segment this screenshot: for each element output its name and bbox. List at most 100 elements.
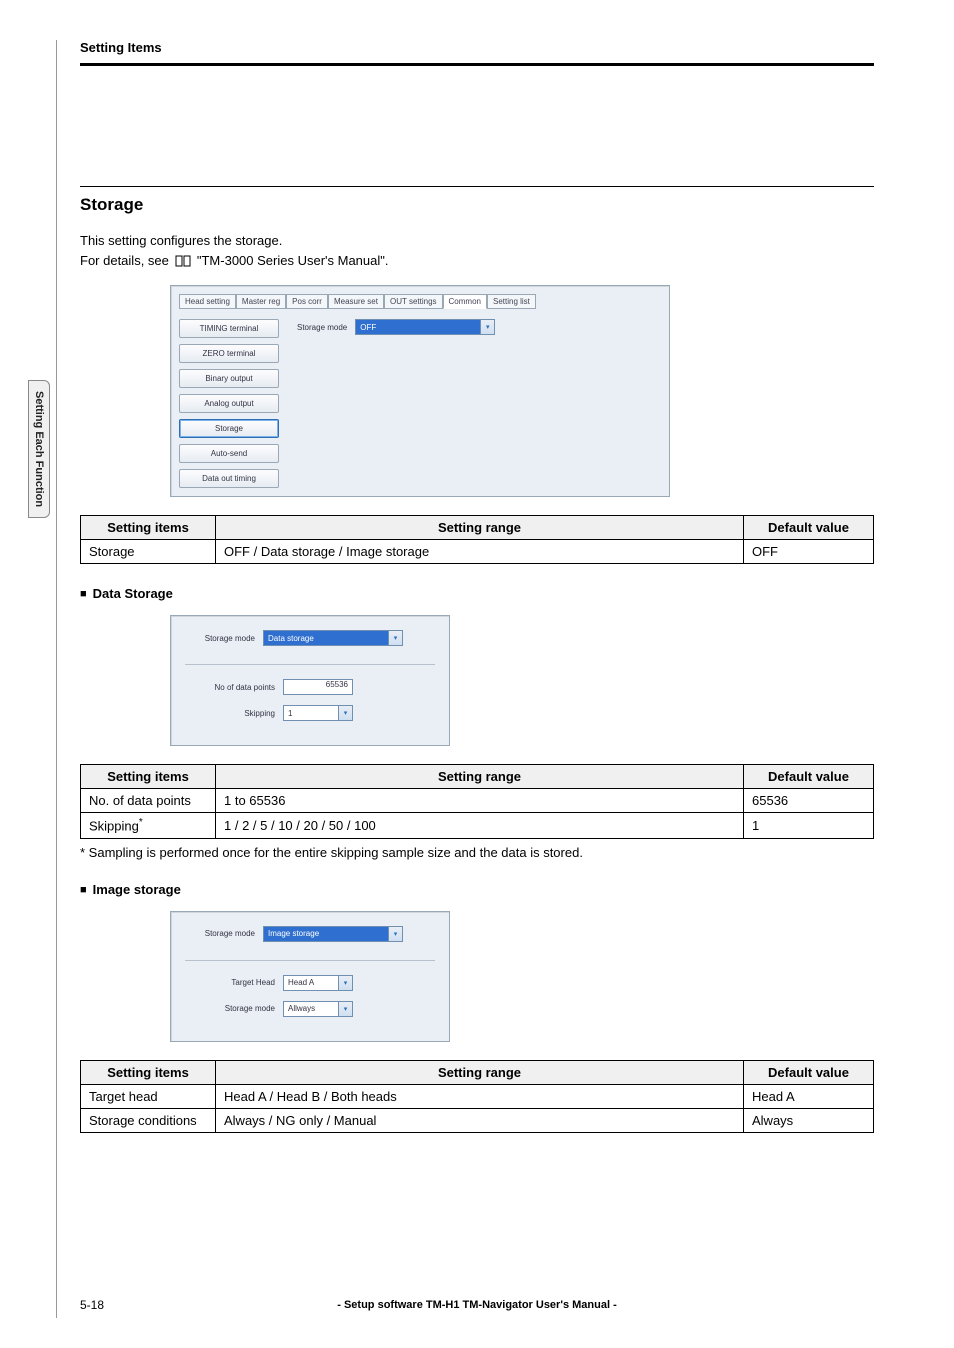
tab-head-setting[interactable]: Head setting xyxy=(179,294,236,309)
cell-range: Always / NG only / Manual xyxy=(216,1108,744,1132)
cell-item: No. of data points xyxy=(81,789,216,813)
table-row: No. of data points 1 to 65536 65536 xyxy=(81,789,874,813)
section-heading: Storage xyxy=(80,195,874,215)
chevron-down-icon: ▾ xyxy=(388,631,402,645)
btn-data-out-timing[interactable]: Data out timing xyxy=(179,469,279,488)
is-divider xyxy=(185,960,435,961)
col-default-value: Default value xyxy=(744,516,874,540)
image-storage-heading-text: Image storage xyxy=(93,882,181,897)
tab-out-settings[interactable]: OUT settings xyxy=(384,294,443,309)
btn-storage[interactable]: Storage xyxy=(179,419,279,438)
cell-range: 1 to 65536 xyxy=(216,789,744,813)
col-setting-items: Setting items xyxy=(81,516,216,540)
tab-setting-list[interactable]: Setting list xyxy=(487,294,536,309)
table-row: Storage OFF / Data storage / Image stora… xyxy=(81,540,874,564)
tab-master-reg[interactable]: Master reg xyxy=(236,294,286,309)
storage-mode-value: OFF xyxy=(360,323,376,332)
table-row: Target head Head A / Head B / Both heads… xyxy=(81,1084,874,1108)
cell-default: Head A xyxy=(744,1084,874,1108)
storage-panel-screenshot: Head setting Master reg Pos corr Measure… xyxy=(170,285,670,497)
cell-item: Skipping* xyxy=(81,813,216,838)
col-setting-range: Setting range xyxy=(216,1060,744,1084)
is-cond-label: Storage mode xyxy=(185,1004,275,1013)
col-setting-items: Setting items xyxy=(81,765,216,789)
tab-pos-corr[interactable]: Pos corr xyxy=(286,294,328,309)
cell-item: Storage conditions xyxy=(81,1108,216,1132)
section-rule xyxy=(80,186,874,187)
btn-analog-output[interactable]: Analog output xyxy=(179,394,279,413)
chevron-down-icon: ▾ xyxy=(388,927,402,941)
chevron-down-icon: ▾ xyxy=(480,320,494,334)
footer-manual-title: - Setup software TM-H1 TM-Navigator User… xyxy=(337,1299,617,1311)
intro-line-2: For details, see "TM-3000 Series User's … xyxy=(80,251,389,271)
image-storage-panel: Storage mode Image storage ▾ Target Head… xyxy=(170,911,450,1042)
is-target-select[interactable]: Head A ▾ xyxy=(283,975,353,991)
col-default-value: Default value xyxy=(744,1060,874,1084)
footnote-star: * xyxy=(139,817,143,828)
header-rule xyxy=(80,63,874,66)
intro-prefix: For details, see xyxy=(80,251,169,271)
cell-item-text: Skipping xyxy=(89,819,139,834)
btn-binary-output[interactable]: Binary output xyxy=(179,369,279,388)
panel-tabs: Head setting Master reg Pos corr Measure… xyxy=(179,294,661,309)
page-header-title: Setting Items xyxy=(80,40,874,55)
cell-default: Always xyxy=(744,1108,874,1132)
is-target-value: Head A xyxy=(288,978,314,987)
cell-range: OFF / Data storage / Image storage xyxy=(216,540,744,564)
cell-default: 65536 xyxy=(744,789,874,813)
btn-auto-send[interactable]: Auto-send xyxy=(179,444,279,463)
table-header-row: Setting items Setting range Default valu… xyxy=(81,1060,874,1084)
cell-item: Storage xyxy=(81,540,216,564)
tab-common[interactable]: Common xyxy=(443,294,487,309)
page-footer: 5-18 - Setup software TM-H1 TM-Navigator… xyxy=(80,1298,874,1312)
cell-default: OFF xyxy=(744,540,874,564)
cell-range: 1 / 2 / 5 / 10 / 20 / 50 / 100 xyxy=(216,813,744,838)
btn-zero-terminal[interactable]: ZERO terminal xyxy=(179,344,279,363)
ds-mode-select[interactable]: Data storage ▾ xyxy=(263,630,403,646)
data-storage-panel: Storage mode Data storage ▾ No of data p… xyxy=(170,615,450,746)
storage-mode-select[interactable]: OFF ▾ xyxy=(355,319,495,335)
table-row: Storage conditions Always / NG only / Ma… xyxy=(81,1108,874,1132)
storage-mode-label: Storage mode xyxy=(297,323,347,332)
page-number: 5-18 xyxy=(80,1298,104,1312)
table-header-row: Setting items Setting range Default valu… xyxy=(81,765,874,789)
data-storage-table: Setting items Setting range Default valu… xyxy=(80,764,874,838)
data-storage-heading-text: Data Storage xyxy=(93,586,173,601)
table-header-row: Setting items Setting range Default valu… xyxy=(81,516,874,540)
panel-side-buttons: TIMING terminal ZERO terminal Binary out… xyxy=(179,319,279,488)
is-cond-value: Allways xyxy=(288,1004,315,1013)
data-storage-footnote: * Sampling is performed once for the ent… xyxy=(80,845,874,860)
col-setting-range: Setting range xyxy=(216,765,744,789)
chevron-down-icon: ▾ xyxy=(338,706,352,720)
data-storage-heading: ■Data Storage xyxy=(80,586,874,601)
is-mode-label: Storage mode xyxy=(185,929,255,938)
ds-mode-value: Data storage xyxy=(268,634,314,643)
ds-skipping-select[interactable]: 1 ▾ xyxy=(283,705,353,721)
col-default-value: Default value xyxy=(744,765,874,789)
image-storage-heading: ■Image storage xyxy=(80,882,874,897)
storage-table: Setting items Setting range Default valu… xyxy=(80,515,874,564)
is-target-label: Target Head xyxy=(185,978,275,987)
btn-timing-terminal[interactable]: TIMING terminal xyxy=(179,319,279,338)
is-mode-select[interactable]: Image storage ▾ xyxy=(263,926,403,942)
chevron-down-icon: ▾ xyxy=(338,976,352,990)
ds-mode-label: Storage mode xyxy=(185,634,255,643)
table-row: Skipping* 1 / 2 / 5 / 10 / 20 / 50 / 100… xyxy=(81,813,874,838)
ds-skipping-label: Skipping xyxy=(185,709,275,718)
cell-range: Head A / Head B / Both heads xyxy=(216,1084,744,1108)
col-setting-range: Setting range xyxy=(216,516,744,540)
cell-item: Target head xyxy=(81,1084,216,1108)
ds-skipping-value: 1 xyxy=(288,709,292,718)
chevron-down-icon: ▾ xyxy=(338,1002,352,1016)
is-mode-value: Image storage xyxy=(268,929,319,938)
tab-measure-set[interactable]: Measure set xyxy=(328,294,384,309)
is-cond-select[interactable]: Allways ▾ xyxy=(283,1001,353,1017)
side-tab: Setting Each Function xyxy=(28,380,50,518)
intro-line-1: This setting configures the storage. xyxy=(80,231,874,251)
cell-default: 1 xyxy=(744,813,874,838)
ds-points-input[interactable]: 65536 xyxy=(283,679,353,695)
image-storage-table: Setting items Setting range Default valu… xyxy=(80,1060,874,1133)
ds-divider xyxy=(185,664,435,665)
intro-manual: "TM-3000 Series User's Manual". xyxy=(197,251,389,271)
col-setting-items: Setting items xyxy=(81,1060,216,1084)
